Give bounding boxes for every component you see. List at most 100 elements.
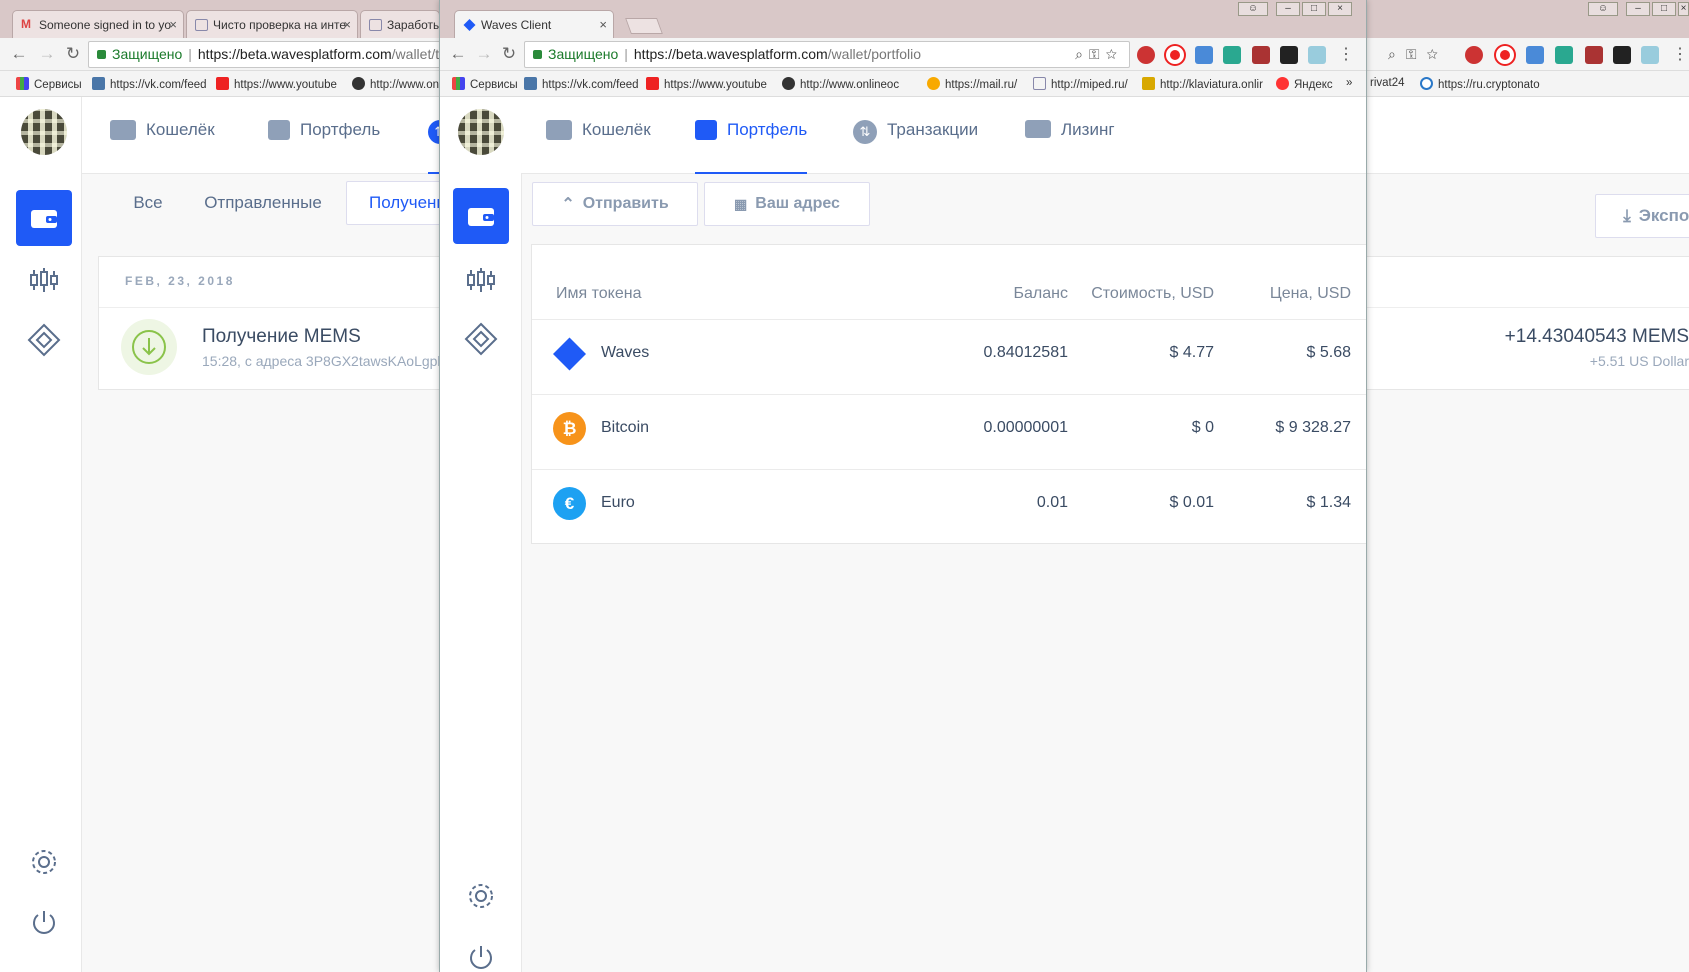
opera-icon[interactable] — [1166, 46, 1184, 64]
close-window-button[interactable]: × — [1328, 2, 1352, 16]
maximize-button[interactable]: □ — [1652, 2, 1676, 16]
export-button[interactable]: ⤓ Экспорт — [1595, 194, 1689, 238]
close-window-button[interactable]: × — [1678, 2, 1689, 16]
profile-button[interactable]: ☺ — [1588, 2, 1618, 16]
menu-dots-icon[interactable]: ⋮ — [1672, 44, 1688, 64]
tab-portfolio[interactable]: Портфель — [268, 120, 380, 174]
table-row[interactable]: € Euro 0.01 $ 0.01 $ 1.34 — [532, 469, 1366, 536]
bookmark-apps[interactable]: Сервисы — [16, 77, 82, 91]
wallet-nav-button[interactable] — [453, 188, 509, 244]
bookmark-vk[interactable]: https://vk.com/feed — [524, 77, 639, 91]
front-address-bar[interactable]: Защищено | https://beta.wavesplatform.com/… — [524, 41, 1130, 68]
settings-button[interactable] — [16, 834, 72, 890]
new-tab-button[interactable] — [625, 18, 663, 34]
bookmark-online[interactable]: http://www.on — [352, 77, 439, 91]
avatar[interactable] — [458, 109, 504, 155]
extension-icon[interactable] — [1555, 46, 1573, 64]
table-row[interactable]: Waves 0.84012581 $ 4.77 $ 5.68 — [532, 319, 1366, 386]
bookmark-onlineoc[interactable]: http://www.onlineoc — [782, 77, 899, 91]
bookmark-apps[interactable]: Сервисы — [452, 77, 518, 91]
tab-leasing[interactable]: Лизинг — [1025, 120, 1115, 174]
bookmark-klaviatura[interactable]: http://klaviatura.onlir — [1142, 77, 1263, 91]
dex-nav-button[interactable] — [453, 252, 509, 308]
extension-icon[interactable] — [1195, 46, 1213, 64]
settings-button[interactable] — [453, 868, 509, 924]
maximize-button[interactable]: □ — [1302, 2, 1326, 16]
close-icon[interactable]: × — [169, 17, 177, 32]
bookmarks-overflow[interactable]: » — [1346, 77, 1352, 89]
mail-extension-icon[interactable] — [1613, 46, 1631, 64]
forward-arrow-icon[interactable]: → — [475, 44, 493, 64]
close-icon[interactable]: × — [599, 17, 607, 32]
cloud-extension-icon[interactable] — [1641, 46, 1659, 64]
tokens-nav-button[interactable] — [16, 312, 72, 368]
reload-icon[interactable]: ↻ — [500, 44, 518, 64]
logout-button[interactable] — [16, 894, 72, 950]
menu-dots-icon[interactable]: ⋮ — [1338, 44, 1354, 64]
wallet-nav-button[interactable] — [16, 190, 72, 246]
extension-icon[interactable] — [1585, 46, 1603, 64]
tab-transactions[interactable]: ⇅ Транзакции — [853, 120, 978, 174]
url-path: /wallet/portfolio — [827, 46, 922, 62]
adblock-icon[interactable] — [1465, 46, 1483, 64]
bookmark-cryptonator[interactable]: https://ru.cryptonato — [1420, 77, 1540, 91]
nav-label: Портфель — [727, 120, 808, 139]
extension-icon[interactable] — [1223, 46, 1241, 64]
card-icon — [1025, 120, 1051, 138]
bookmark-youtube[interactable]: https://www.youtube — [216, 77, 337, 91]
minimize-button[interactable]: – — [1626, 2, 1650, 16]
bookmark-yandex[interactable]: Яндекс — [1276, 77, 1333, 91]
filter-all[interactable]: Все — [113, 181, 183, 225]
reload-icon[interactable]: ↻ — [64, 44, 82, 64]
bookmark-vk[interactable]: https://vk.com/feed — [92, 77, 207, 91]
tab-wallet[interactable]: Кошелёк — [110, 120, 215, 174]
filter-label: Все — [133, 193, 163, 212]
token-price: $ 5.68 — [1306, 344, 1351, 361]
tokens-nav-button[interactable] — [453, 311, 509, 367]
minimize-button[interactable]: – — [1276, 2, 1300, 16]
bookmark-miped[interactable]: http://miped.ru/ — [1033, 77, 1128, 91]
mail-extension-icon[interactable] — [1280, 46, 1298, 64]
bookmark-label: http://klaviatura.onlir — [1160, 79, 1263, 91]
tab-earn[interactable]: Заработы — [360, 10, 440, 38]
front-sidebar — [440, 97, 522, 972]
tab-wallet[interactable]: Кошелёк — [546, 120, 651, 174]
bookmark-label: Сервисы — [34, 79, 82, 91]
tab-check[interactable]: Чисто проверка на инте × — [186, 10, 358, 38]
token-name: Bitcoin — [601, 419, 650, 436]
send-button[interactable]: ⌃ Отправить — [532, 182, 698, 226]
tab-waves-client[interactable]: Waves Client × — [454, 10, 614, 38]
secure-label: Защищено — [112, 46, 183, 62]
back-arrow-icon[interactable]: ← — [10, 44, 28, 64]
logout-button[interactable] — [453, 929, 509, 972]
portfolio-table: Имя токена Баланс Стоимость, USD Цена, U… — [531, 244, 1366, 544]
extension-icon[interactable] — [1252, 46, 1270, 64]
front-titlebar: Waves Client × ☺ – □ × — [440, 0, 1366, 38]
extension-icon[interactable] — [1526, 46, 1544, 64]
site-icon — [782, 77, 795, 90]
gear-icon — [469, 884, 493, 908]
tab-gmail[interactable]: M Someone signed in to yo × — [12, 10, 184, 38]
forward-arrow-icon[interactable]: → — [38, 44, 56, 64]
table-row[interactable]: ₿ Bitcoin 0.00000001 $ 0 $ 9 328.27 — [532, 394, 1366, 461]
profile-button[interactable]: ☺ — [1238, 2, 1268, 16]
opera-icon[interactable] — [1496, 46, 1514, 64]
back-arrow-icon[interactable]: ← — [449, 44, 467, 64]
zoom-key-star-icons[interactable]: ⌕⚿☆ — [1075, 46, 1123, 63]
bookmark-mail[interactable]: https://mail.ru/ — [927, 77, 1017, 91]
adblock-icon[interactable] — [1137, 46, 1155, 64]
back-address-bar[interactable]: Защищено | https://beta.wavesplatform.com/… — [88, 41, 448, 68]
filter-received[interactable]: Полученн — [346, 181, 446, 225]
export-label: Экспорт — [1638, 206, 1689, 225]
token-balance: 0.01 — [1036, 494, 1068, 511]
back-toolbar-icons[interactable]: ⌕⚿☆ — [1388, 46, 1448, 63]
filter-sent[interactable]: Отправленные — [188, 181, 338, 225]
tab-portfolio[interactable]: Портфель — [695, 120, 808, 174]
avatar[interactable] — [21, 109, 67, 155]
close-icon[interactable]: × — [343, 17, 351, 32]
dex-nav-button[interactable] — [16, 252, 72, 308]
bookmark-privat[interactable]: rivat24 — [1370, 77, 1405, 89]
bookmark-youtube[interactable]: https://www.youtube — [646, 77, 767, 91]
cloud-extension-icon[interactable] — [1308, 46, 1326, 64]
your-address-button[interactable]: ▦ Ваш адрес — [704, 182, 870, 226]
